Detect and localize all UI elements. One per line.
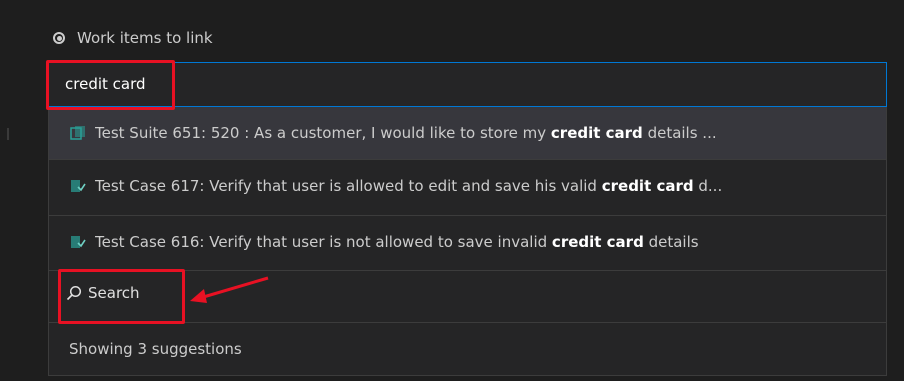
annotation-arrow-icon (190, 276, 269, 303)
work-item-link-panel: Work items to link credit card Test Suit… (0, 0, 904, 381)
